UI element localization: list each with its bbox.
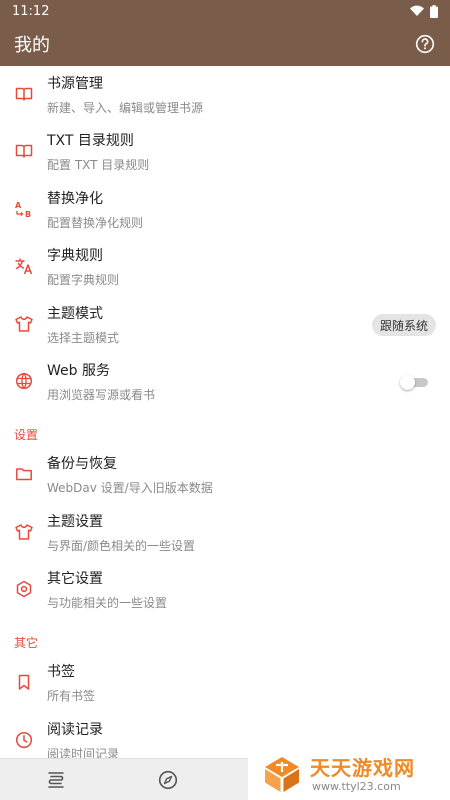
page-title: 我的 [14,35,50,56]
watermark: 天天游戏网 www.ttyl23.com [248,738,450,800]
status-icons [410,4,438,18]
replace-rule-subtitle: 配置替换净化规则 [47,216,144,230]
book-open-icon [14,141,34,161]
other-settings-subtitle: 与功能相关的一些设置 [47,596,168,610]
theme-settings-title: 主题设置 [47,514,103,530]
replace-rule-title: 替换净化 [47,191,103,207]
backup-restore-subtitle: WebDav 设置/导入旧版本数据 [47,481,213,495]
watermark-logo-icon [265,757,299,792]
battery-icon [430,4,438,18]
gear-icon [14,579,34,599]
globe-icon [14,371,34,391]
theme-mode-subtitle: 选择主题模式 [47,331,120,345]
book-source-title: 书源管理 [47,76,103,92]
translate-icon [14,256,34,276]
folder-icon [14,464,34,484]
other-settings-title: 其它设置 [47,571,103,587]
backup-restore-title: 备份与恢复 [47,456,117,472]
nav-discover-button[interactable] [157,769,179,791]
help-button[interactable] [414,33,436,55]
theme-settings-subtitle: 与界面/颜色相关的一些设置 [47,539,196,553]
dict-rule-subtitle: 配置字典规则 [47,273,120,287]
book-source-subtitle: 新建、导入、编辑或管理书源 [47,101,204,115]
book-open-icon [14,84,34,104]
read-record-subtitle: 阅读时间记录 [47,747,120,758]
book-source-item[interactable]: 书源管理 新建、导入、编辑或管理书源 [0,66,450,123]
shirt-icon [14,522,34,542]
svg-text:B: B [25,210,31,219]
dict-rule-title: 字典规则 [47,248,103,264]
bookshelf-icon [48,772,64,788]
web-service-subtitle: 用浏览器写源或看书 [47,388,156,402]
bookmark-subtitle: 所有书签 [47,689,96,703]
backup-restore-item[interactable]: 备份与恢复 WebDav 设置/导入旧版本数据 [0,446,450,503]
watermark-url: www.ttyl23.com [312,780,401,793]
section-header-settings: 设置 [14,428,39,442]
app-bar: 我的 [0,22,450,66]
read-record-title: 阅读记录 [47,722,103,738]
web-service-item[interactable]: Web 服务 用浏览器写源或看书 [0,353,450,410]
status-bar: 11:12 [0,0,450,22]
web-service-toggle[interactable] [400,375,428,390]
txt-toc-subtitle: 配置 TXT 目录规则 [47,158,150,172]
settings-list: 书源管理 新建、导入、编辑或管理书源 TXT 目录规则 配置 TXT 目录规则 … [0,66,450,758]
watermark-title: 天天游戏网 [310,756,415,780]
theme-settings-item[interactable]: 主题设置 与界面/颜色相关的一些设置 [0,504,450,561]
bookmark-title: 书签 [47,664,75,680]
bookmark-icon [14,672,34,692]
status-time: 11:12 [12,3,50,19]
txt-toc-item[interactable]: TXT 目录规则 配置 TXT 目录规则 [0,123,450,180]
other-settings-item[interactable]: 其它设置 与功能相关的一些设置 [0,561,450,618]
section-header-other: 其它 [14,636,39,650]
wifi-icon [410,5,424,17]
help-circle-icon [415,34,435,54]
svg-text:A: A [15,201,22,210]
toggle-thumb [400,375,415,390]
web-service-title: Web 服务 [47,363,110,379]
compass-icon [158,770,178,790]
dict-rule-item[interactable]: 字典规则 配置字典规则 [0,238,450,295]
theme-mode-value-chip[interactable]: 跟随系统 [371,314,436,336]
replace-rule-item[interactable]: A B 替换净化 配置替换净化规则 [0,181,450,238]
replace-ab-icon: A B [14,199,34,219]
bookmark-item[interactable]: 书签 所有书签 [0,654,450,711]
theme-mode-title: 主题模式 [47,306,103,322]
txt-toc-title: TXT 目录规则 [47,133,134,149]
nav-bookshelf-button[interactable] [45,769,67,791]
shirt-icon [14,314,34,334]
clock-icon [14,730,34,750]
